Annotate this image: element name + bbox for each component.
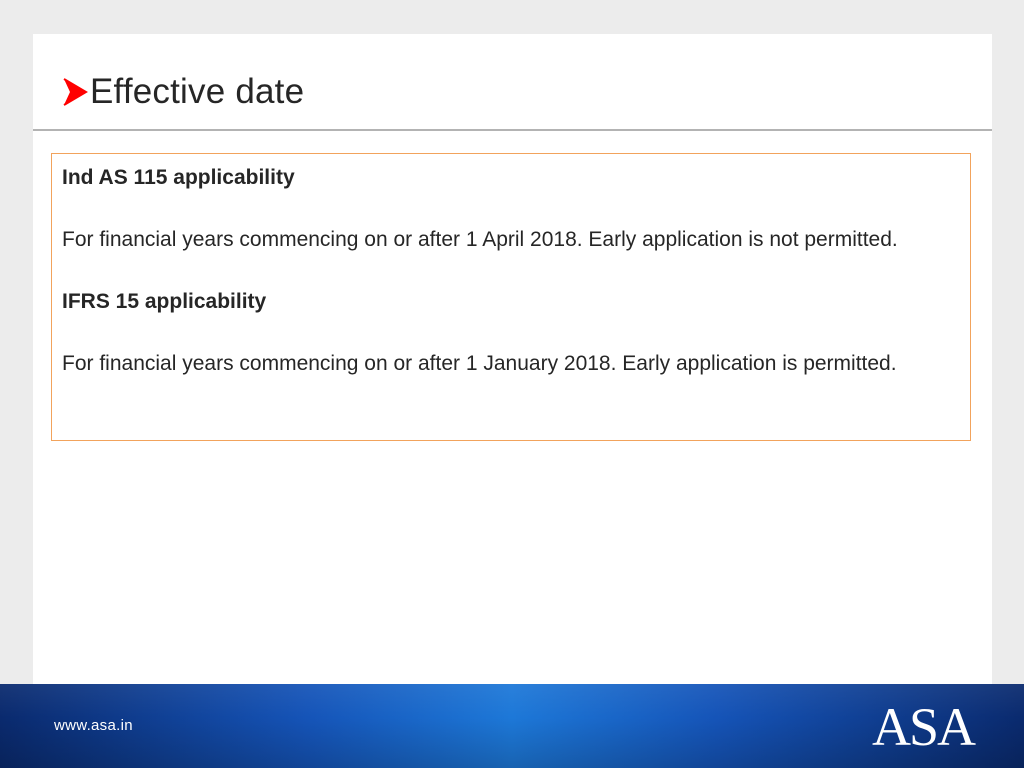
page-title: Effective date xyxy=(90,72,305,111)
arrow-right-icon xyxy=(63,78,88,106)
ifrs-heading: IFRS 15 applicability xyxy=(62,290,267,313)
ind-as-text: For financial years commencing on or aft… xyxy=(62,228,898,251)
footer-url: www.asa.in xyxy=(54,717,133,734)
ind-as-heading: Ind AS 115 applicability xyxy=(62,166,295,189)
title-divider xyxy=(33,129,992,131)
title-row: Effective date xyxy=(62,70,304,114)
slide: Effective date Ind AS 115 applicability … xyxy=(33,34,992,684)
ifrs-text: For financial years commencing on or aft… xyxy=(62,352,897,375)
asa-logo: ASA xyxy=(871,697,976,757)
applicability-box: Ind AS 115 applicability For financial y… xyxy=(51,153,971,441)
footer-bar: www.asa.in ASA xyxy=(0,684,1024,768)
